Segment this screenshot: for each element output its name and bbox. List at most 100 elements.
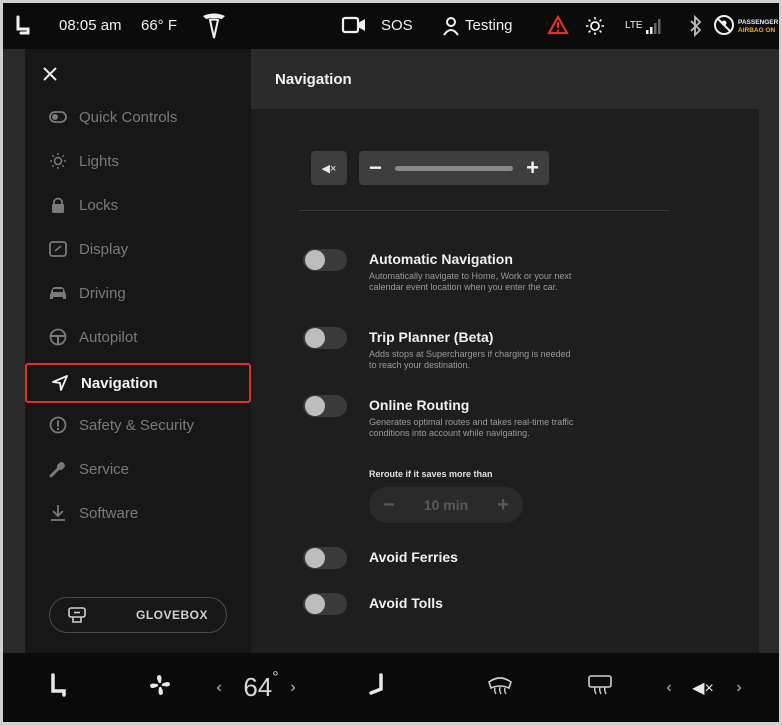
lte-label: LTE bbox=[625, 20, 643, 31]
rear-defrost-button[interactable] bbox=[583, 653, 617, 722]
speaker-mute-icon: ◀× bbox=[692, 679, 714, 697]
online-routing-toggle[interactable] bbox=[303, 395, 347, 417]
temp-increase-button[interactable]: › bbox=[285, 653, 301, 722]
sidebar-item-label: Safety & Security bbox=[79, 416, 195, 434]
navigation-arrow-icon bbox=[51, 374, 69, 392]
download-icon bbox=[49, 504, 67, 522]
settings-sidebar: Quick Controls Lights Locks Display Driv… bbox=[25, 49, 251, 653]
sidebar-item-label: Driving bbox=[79, 284, 126, 302]
setting-title: Avoid Tolls bbox=[369, 595, 443, 611]
cabin-temperature: 64 ° bbox=[237, 653, 285, 722]
passenger-seat-heater-button[interactable] bbox=[361, 653, 391, 722]
signal-icon bbox=[646, 17, 662, 39]
toggle-knob bbox=[305, 548, 325, 568]
sun-icon bbox=[585, 16, 605, 40]
airbag-icon bbox=[713, 14, 735, 40]
airbag-status: PASSENGER AIRBAG ON bbox=[713, 14, 778, 40]
toggle-knob bbox=[305, 328, 325, 348]
toggle-knob bbox=[305, 594, 325, 614]
glovebox-icon bbox=[68, 607, 86, 623]
glovebox-label: GLOVEBOX bbox=[136, 608, 209, 622]
reroute-stepper: − 10 min + bbox=[369, 487, 523, 523]
glovebox-button[interactable]: GLOVEBOX bbox=[49, 597, 227, 633]
setting-title: Trip Planner (Beta) bbox=[369, 329, 494, 345]
seat-icon bbox=[49, 673, 67, 702]
setting-title: Avoid Ferries bbox=[369, 549, 458, 565]
sidebar-item-locks[interactable]: Locks bbox=[25, 185, 251, 225]
sidebar-item-label: Locks bbox=[79, 196, 119, 214]
sidebar-item-navigation[interactable]: Navigation bbox=[25, 363, 251, 403]
mute-button[interactable]: ◀× bbox=[311, 151, 347, 185]
volume-down-button[interactable]: − bbox=[369, 155, 382, 181]
outside-temperature: 66° F bbox=[141, 17, 178, 34]
sidebar-item-label: Lights bbox=[79, 152, 120, 170]
setting-description: Automatically navigate to Home, Work or … bbox=[369, 271, 572, 292]
avoid-ferries-toggle[interactable] bbox=[303, 547, 347, 569]
cabin-temperature-value: 64 bbox=[243, 672, 273, 702]
speaker-mute-icon: ◀× bbox=[321, 162, 337, 175]
sidebar-item-service[interactable]: Service bbox=[25, 449, 251, 489]
sidebar-item-safety-security[interactable]: Safety & Security bbox=[25, 405, 251, 445]
warning-icon[interactable] bbox=[547, 14, 569, 39]
airbag-label-line1: PASSENGER bbox=[738, 19, 779, 26]
divider bbox=[299, 210, 669, 211]
seat-icon bbox=[15, 15, 31, 39]
rear-defrost-icon bbox=[587, 674, 613, 701]
lock-icon bbox=[49, 196, 67, 214]
reroute-decrease-button[interactable]: − bbox=[383, 494, 395, 517]
toggle-knob bbox=[305, 396, 325, 416]
sidebar-item-software[interactable]: Software bbox=[25, 493, 251, 533]
automatic-navigation-toggle[interactable] bbox=[303, 249, 347, 271]
car-icon bbox=[49, 284, 67, 302]
volume-up-button[interactable]: + bbox=[526, 155, 539, 181]
bluetooth-icon[interactable] bbox=[689, 14, 703, 41]
sidebar-item-label: Display bbox=[79, 240, 129, 258]
tesla-screen: 08:05 am 66° F SOS Testing LTE PASSENGER… bbox=[0, 0, 782, 725]
bottom-volume-button[interactable]: ◀× bbox=[687, 653, 719, 722]
sidebar-item-label: Service bbox=[79, 460, 130, 478]
tesla-logo-icon[interactable] bbox=[201, 12, 227, 44]
temp-decrease-button[interactable]: ‹ bbox=[211, 653, 227, 722]
fan-button[interactable] bbox=[143, 653, 177, 722]
driver-seat-heater-button[interactable] bbox=[43, 653, 73, 722]
map-background-right bbox=[757, 49, 779, 653]
setting-title: Online Routing bbox=[369, 397, 470, 413]
toggle-icon bbox=[49, 108, 67, 126]
sidebar-item-autopilot[interactable]: Autopilot bbox=[25, 317, 251, 357]
reroute-value: 10 min bbox=[423, 497, 469, 513]
passenger-seat-icon bbox=[367, 673, 385, 702]
trip-planner-toggle[interactable] bbox=[303, 327, 347, 349]
sidebar-item-label: Navigation bbox=[81, 374, 158, 392]
toggle-knob bbox=[305, 250, 325, 270]
display-icon bbox=[49, 240, 67, 258]
sidebar-item-label: Software bbox=[79, 504, 139, 522]
front-defrost-button[interactable] bbox=[483, 653, 517, 722]
reroute-label: Reroute if it saves more than bbox=[369, 469, 493, 479]
sidebar-item-lights[interactable]: Lights bbox=[25, 141, 251, 181]
setting-title: Automatic Navigation bbox=[369, 251, 513, 267]
status-bar: 08:05 am 66° F SOS Testing LTE PASSENGER… bbox=[3, 3, 779, 49]
page-title-bar: Navigation bbox=[251, 49, 759, 109]
dashcam-icon[interactable] bbox=[341, 16, 367, 38]
setting-description: Adds stops at Superchargers if charging … bbox=[369, 349, 571, 370]
navigation-settings-content: Navigation ◀× − + Automatic Navigation A… bbox=[251, 49, 759, 653]
degree-symbol: ° bbox=[272, 669, 279, 686]
sidebar-item-quick-controls[interactable]: Quick Controls bbox=[25, 97, 251, 137]
volume-slider[interactable] bbox=[395, 165, 513, 171]
airbag-label-line2: AIRBAG ON bbox=[738, 27, 776, 34]
reroute-increase-button[interactable]: + bbox=[497, 494, 509, 517]
volume-control: − + bbox=[359, 151, 549, 185]
user-icon[interactable] bbox=[443, 16, 459, 40]
sidebar-item-driving[interactable]: Driving bbox=[25, 273, 251, 313]
avoid-tolls-toggle[interactable] bbox=[303, 593, 347, 615]
steering-wheel-icon bbox=[49, 328, 67, 346]
sidebar-item-display[interactable]: Display bbox=[25, 229, 251, 269]
bottom-control-bar: ‹ 64 ° › ‹ ◀× › bbox=[3, 653, 779, 722]
profile-name[interactable]: Testing bbox=[465, 17, 513, 34]
sidebar-item-label: Quick Controls bbox=[79, 108, 178, 126]
front-defrost-icon bbox=[487, 674, 513, 701]
volume-increase-button[interactable]: › bbox=[731, 653, 747, 722]
volume-decrease-button[interactable]: ‹ bbox=[661, 653, 677, 722]
sos-button[interactable]: SOS bbox=[381, 17, 413, 34]
close-button[interactable] bbox=[39, 63, 61, 85]
